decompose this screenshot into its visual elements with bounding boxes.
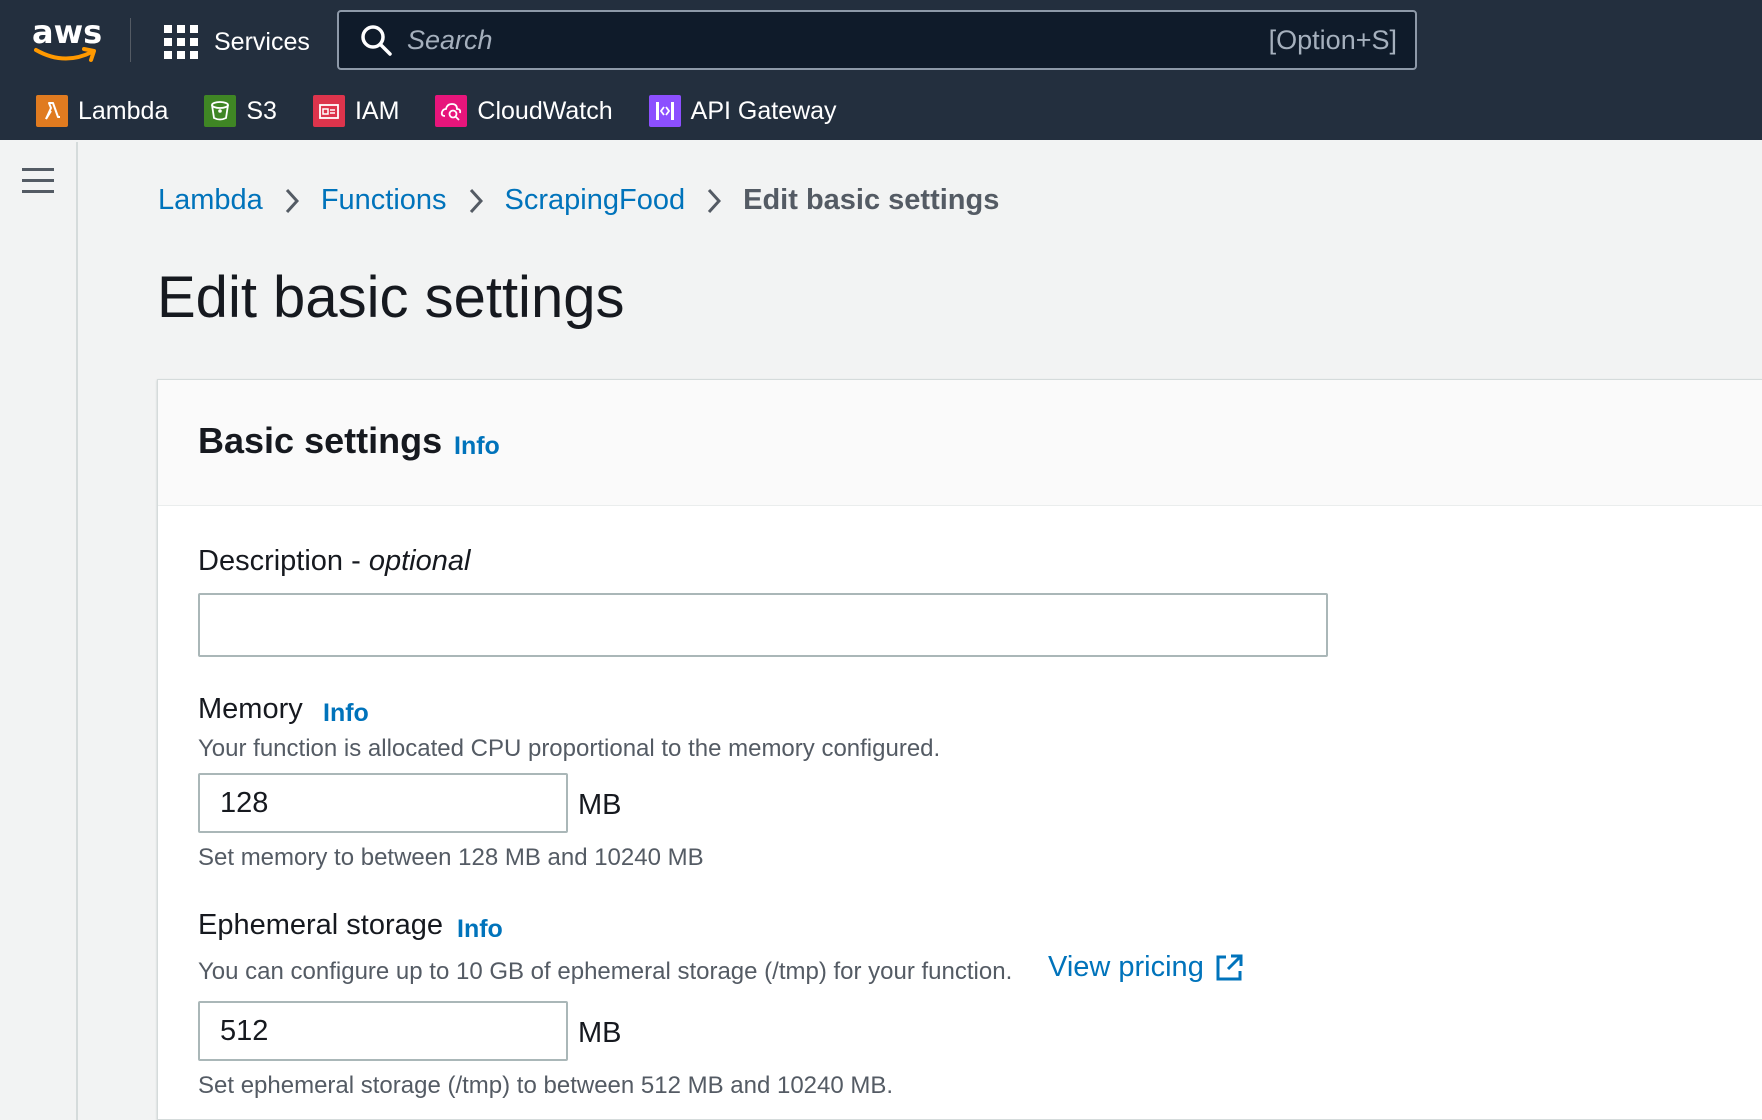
aws-logo-text: aws <box>32 13 103 51</box>
favorite-label: IAM <box>354 96 400 125</box>
favorite-lambda[interactable]: Lambda <box>36 95 168 127</box>
favorite-label: CloudWatch <box>477 96 613 125</box>
ephemeral-storage-constraint-text: Set ephemeral storage (/tmp) to between … <box>198 1072 894 1099</box>
chevron-right-icon <box>707 188 722 213</box>
description-label: Description - optional <box>198 545 470 578</box>
ephemeral-storage-label: Ephemeral storage <box>198 909 444 941</box>
favorites-bar: Lambda S3 IAM CloudWatch API Gateway <box>0 82 873 140</box>
nav-divider <box>130 18 131 62</box>
favorite-api-gateway[interactable]: API Gateway <box>648 95 837 127</box>
favorite-s3[interactable]: S3 <box>204 95 277 127</box>
ephemeral-storage-info-link[interactable]: Info <box>457 915 503 944</box>
page-title: Edit basic settings <box>157 265 625 330</box>
description-input[interactable] <box>198 593 1328 657</box>
side-navigation-rail <box>0 142 78 1120</box>
cloudwatch-icon <box>435 95 468 127</box>
breadcrumb: Lambda Functions ScrapingFood Edit basic… <box>158 184 999 217</box>
search-box[interactable]: [Option+S] <box>337 10 1417 70</box>
chevron-right-icon <box>285 188 299 213</box>
breadcrumb-functions[interactable]: Functions <box>321 184 447 217</box>
ephemeral-storage-unit: MB <box>578 1017 622 1049</box>
services-label: Services <box>214 27 310 56</box>
memory-unit: MB <box>578 789 622 821</box>
ephemeral-storage-input[interactable] <box>198 1001 568 1061</box>
breadcrumb-lambda[interactable]: Lambda <box>158 184 263 217</box>
memory-label: Memory <box>198 693 303 725</box>
basic-settings-info-link[interactable]: Info <box>454 432 500 461</box>
breadcrumb-current: Edit basic settings <box>743 184 1000 216</box>
lambda-icon <box>36 95 68 127</box>
ephemeral-storage-help-text: You can configure up to 10 GB of ephemer… <box>198 958 1013 985</box>
card-header: Basic settings Info <box>158 380 1762 506</box>
description-label-text: Description - <box>198 545 369 577</box>
favorite-label: S3 <box>246 96 277 125</box>
services-menu-button[interactable]: Services <box>164 22 310 62</box>
search-shortcut-hint: [Option+S] <box>1268 24 1397 55</box>
aws-logo[interactable]: aws <box>32 16 102 64</box>
api-gateway-icon <box>648 95 681 127</box>
services-grid-icon <box>164 25 198 59</box>
basic-settings-card: Basic settings Info Description - option… <box>157 379 1762 1120</box>
aws-smile-icon <box>34 47 96 62</box>
memory-help-text: Your function is allocated CPU proportio… <box>198 735 941 762</box>
favorite-cloudwatch[interactable]: CloudWatch <box>435 95 613 127</box>
chevron-right-icon <box>469 188 483 213</box>
memory-input[interactable] <box>198 773 568 833</box>
external-link-icon <box>1216 954 1243 980</box>
memory-constraint-text: Set memory to between 128 MB and 10240 M… <box>198 844 704 871</box>
memory-info-link[interactable]: Info <box>323 699 369 728</box>
breadcrumb-function-name[interactable]: ScrapingFood <box>505 184 686 217</box>
description-optional-text: optional <box>368 545 471 577</box>
card-title: Basic settings <box>198 420 443 461</box>
search-input[interactable] <box>407 24 1227 56</box>
search-icon <box>361 25 392 56</box>
view-pricing-link[interactable]: View pricing <box>1048 951 1244 984</box>
s3-bucket-icon <box>204 95 237 127</box>
hamburger-menu-icon[interactable] <box>22 168 54 194</box>
iam-icon <box>312 95 345 127</box>
top-nav-primary-row: aws Services [Option+S] <box>0 0 1762 82</box>
favorite-label: Lambda <box>78 96 169 125</box>
favorite-label: API Gateway <box>690 96 837 125</box>
favorite-iam[interactable]: IAM <box>312 95 400 127</box>
top-navigation: aws Services [Option+S] <box>0 0 1762 140</box>
view-pricing-label: View pricing <box>1048 951 1204 983</box>
